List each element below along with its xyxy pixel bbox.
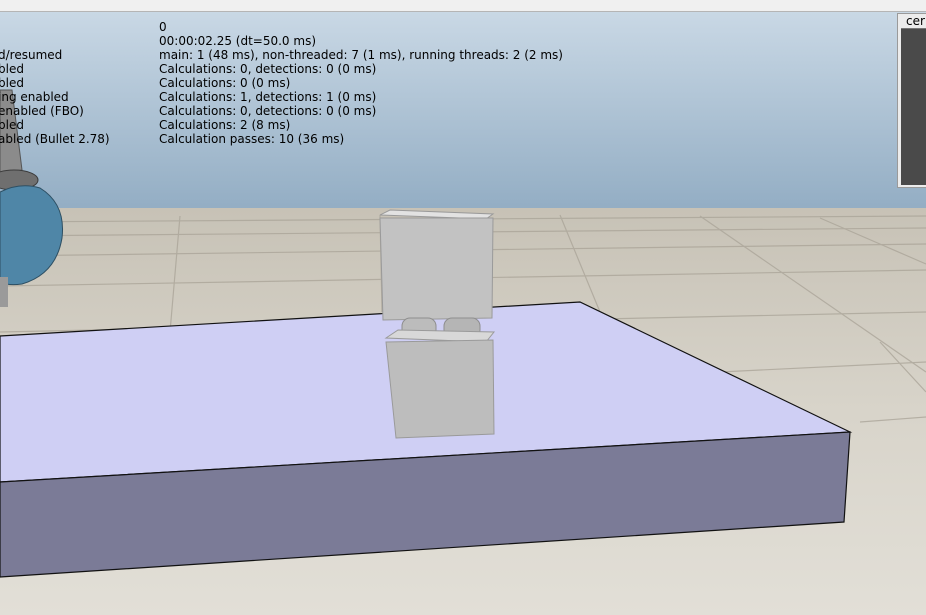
info-label: ing enabled	[0, 90, 69, 104]
info-value: Calculations: 2 (8 ms)	[159, 118, 291, 132]
info-label: bled	[0, 118, 24, 132]
gripper-block-front-face	[379, 217, 494, 321]
info-value: Calculations: 0 (0 ms)	[159, 76, 291, 90]
simulation-viewport[interactable]: d/resumed bled bled ing enabled enabled …	[0, 12, 926, 615]
target-block[interactable]	[384, 329, 496, 439]
vision-sensor-title: cer	[906, 14, 925, 28]
info-value: main: 1 (48 ms), non-threaded: 7 (1 ms),…	[159, 48, 563, 62]
info-label: d/resumed	[0, 48, 63, 62]
target-block-front-face	[385, 339, 495, 439]
window-top-strip	[0, 0, 926, 12]
robot-base-stub	[0, 277, 8, 307]
vision-sensor-image	[901, 28, 926, 185]
info-value: Calculations: 0, detections: 0 (0 ms)	[159, 62, 377, 76]
info-values-column: 0 00:00:02.25 (dt=50.0 ms) main: 1 (48 m…	[159, 20, 563, 146]
info-label: bled	[0, 62, 24, 76]
gripper-block[interactable]	[379, 209, 495, 339]
info-value: 0	[159, 20, 167, 34]
info-value: Calculations: 0, detections: 0 (0 ms)	[159, 104, 377, 118]
info-labels-column: d/resumed bled bled ing enabled enabled …	[0, 48, 148, 146]
info-value: Calculation passes: 10 (36 ms)	[159, 132, 345, 146]
info-label: enabled (FBO)	[0, 104, 84, 118]
info-label: abled (Bullet 2.78)	[0, 132, 110, 146]
info-value: 00:00:02.25 (dt=50.0 ms)	[159, 34, 317, 48]
info-value: Calculations: 1, detections: 1 (0 ms)	[159, 90, 377, 104]
info-label: bled	[0, 76, 24, 90]
vision-sensor-panel[interactable]: cer	[897, 13, 926, 188]
